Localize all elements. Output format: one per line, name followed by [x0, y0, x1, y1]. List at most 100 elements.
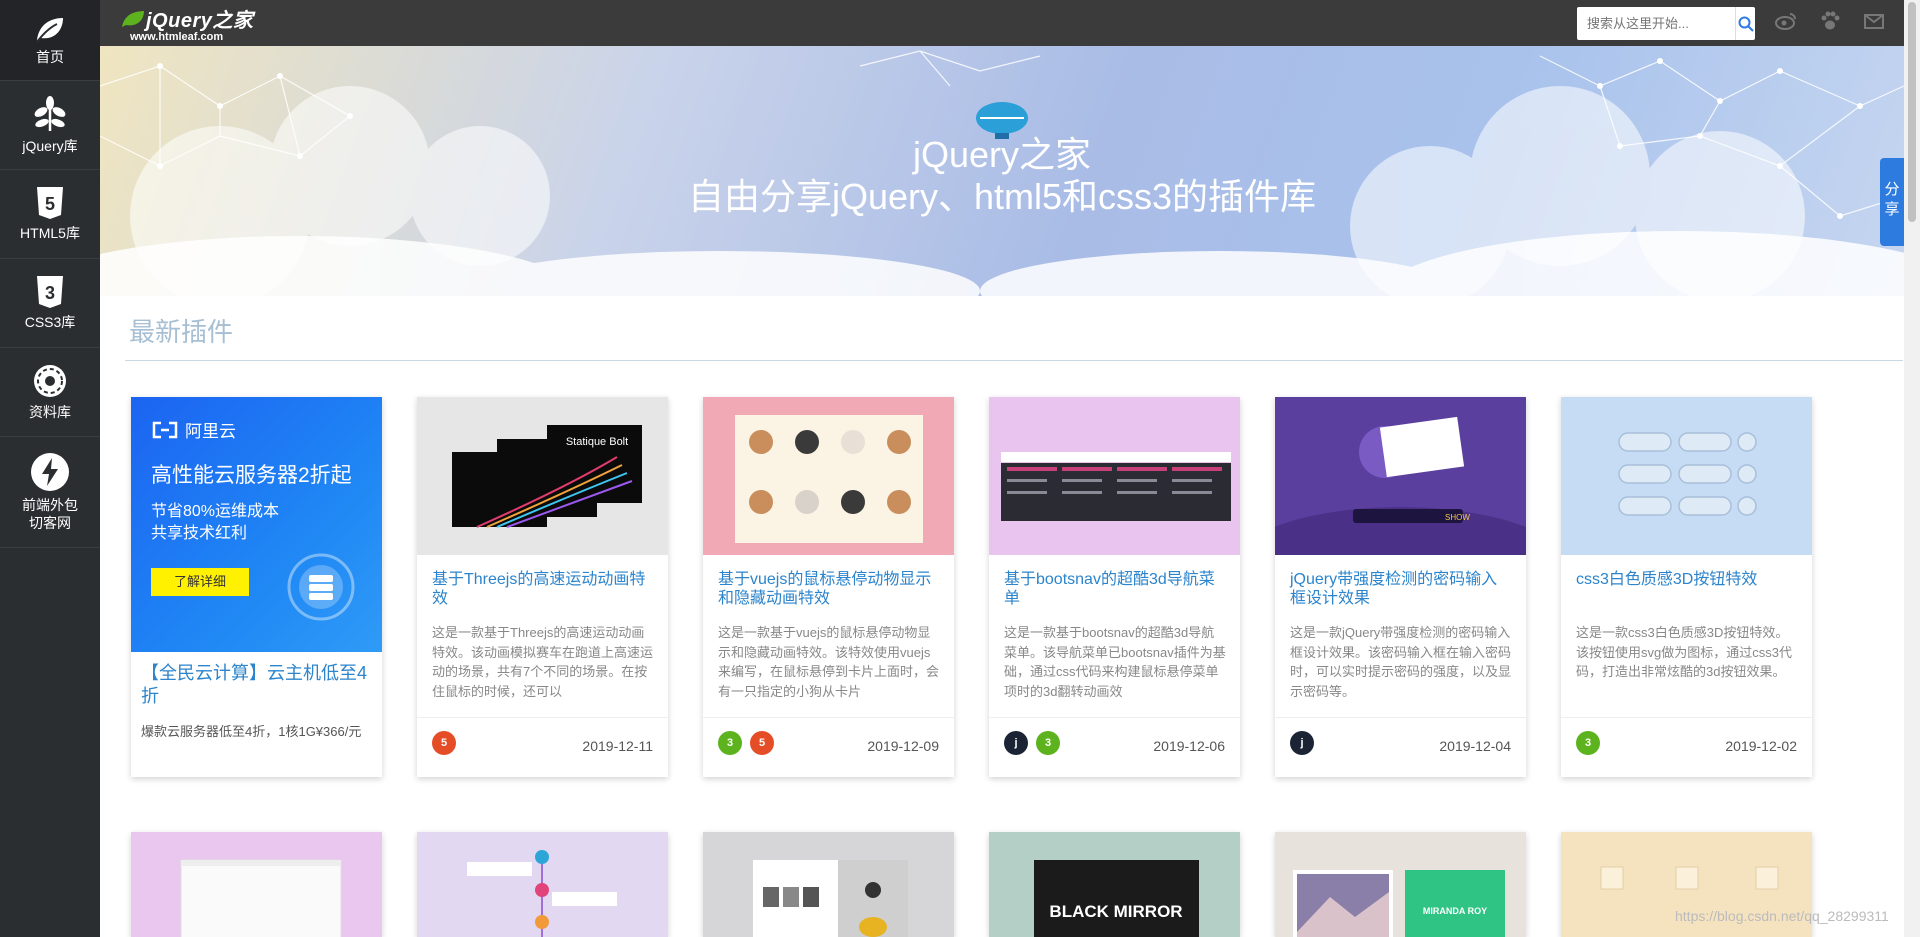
card-date: 2019-12-11	[582, 738, 653, 754]
card-thumbnail[interactable]: MIRANDA ROY	[1275, 832, 1526, 937]
card-thumbnail[interactable]: Statique Bolt	[417, 397, 668, 555]
thumbnail-image: BLACK MIRROR	[1034, 860, 1199, 937]
ad-line1: 节省80%运维成本	[151, 503, 280, 520]
site-logo[interactable]: jQuery之家 www.htmleaf.com	[120, 4, 253, 43]
card-footer: 3 5 2019-12-09	[703, 717, 954, 778]
sidebar-item-label: 资料库	[29, 404, 71, 420]
plant-icon	[34, 96, 66, 131]
card-thumbnail[interactable]	[417, 832, 668, 937]
card-thumbnail[interactable]: SHOW	[1275, 397, 1526, 555]
card-date: 2019-12-06	[1153, 738, 1225, 754]
card-title[interactable]: css3白色质感3D按钮特效	[1576, 570, 1798, 589]
css3-icon: 3	[37, 276, 63, 308]
jquery-icon[interactable]: j	[1290, 731, 1314, 755]
leaf-icon	[36, 18, 63, 43]
plugin-card[interactable]: Statique Bolt 基于Threejs的高速运动动画特效 这是一款基于T…	[417, 397, 668, 777]
thumbnail-caption: SHOW	[1445, 513, 1470, 522]
thumbnail-image	[1001, 452, 1231, 521]
weibo-icon[interactable]	[1775, 10, 1797, 32]
sidebar-item-css3[interactable]: 3 CSS3库	[0, 259, 100, 348]
sidebar-item-label: 首页	[36, 49, 64, 65]
card-footer: 3 2019-12-02	[1561, 717, 1812, 778]
plugin-card[interactable]: SHOW jQuery带强度检测的密码输入框设计效果 这是一款jQuery带强度…	[1275, 397, 1526, 777]
card-date: 2019-12-04	[1439, 738, 1511, 754]
aliyun-icon	[152, 421, 178, 438]
search-icon	[1738, 16, 1754, 32]
card-footer: j 2019-12-04	[1275, 717, 1526, 778]
card-description: 这是一款基于vuejs的鼠标悬停动物显示和隐藏动画特效。该特效使用vuejs来编…	[718, 625, 940, 699]
card-title[interactable]: 基于vuejs的鼠标悬停动物显示和隐藏动画特效	[718, 570, 940, 608]
search-box	[1577, 7, 1755, 40]
ad-title[interactable]: 【全民云计算】云主机低至4折	[141, 662, 371, 708]
card-date: 2019-12-09	[867, 738, 939, 754]
plugin-card[interactable]	[131, 832, 382, 937]
sidebar-item-outsourcing[interactable]: 前端外包 切客网	[0, 437, 100, 548]
thumbnail-image: MIRANDA ROY	[1293, 870, 1505, 937]
sidebar-item-resources[interactable]: 资料库	[0, 348, 100, 437]
thumbnail-caption: BLACK MIRROR	[1049, 902, 1182, 921]
ad-learn-more-button[interactable]: 了解详细	[151, 568, 249, 596]
jquery-icon[interactable]: j	[1004, 731, 1028, 755]
ad-brand-label: 阿里云	[185, 422, 236, 441]
ad-description: 爆款云服务器低至4折，1核1G¥366/元	[141, 724, 362, 739]
scrollbar[interactable]	[1904, 0, 1920, 937]
plugin-card[interactable]: css3白色质感3D按钮特效 这是一款css3白色质感3D按钮特效。该按钮使用s…	[1561, 397, 1812, 777]
card-thumbnail[interactable]	[703, 832, 954, 937]
logo-leaf-icon	[122, 10, 144, 27]
thumbnail-image	[180, 859, 342, 937]
ad-line2: 共享技术红利	[151, 525, 248, 542]
search-input[interactable]	[1577, 7, 1735, 40]
search-button[interactable]	[1735, 7, 1755, 40]
top-bar: jQuery之家 www.htmleaf.com	[100, 0, 1904, 46]
scrollbar-thumb[interactable]	[1908, 2, 1916, 222]
thumbnail-image: SHOW	[1275, 416, 1526, 555]
thumbnail-caption: MIRANDA ROY	[1423, 906, 1487, 916]
sidebar-item-home[interactable]: 首页	[0, 0, 100, 81]
thumbnail-image	[753, 860, 908, 937]
watermark: https://blog.csdn.net/qq_28299311	[1675, 908, 1889, 924]
thumbnail-image: Statique Bolt	[452, 425, 642, 528]
card-thumbnail[interactable]: BLACK MIRROR	[989, 832, 1240, 937]
hero-banner: jQuery之家 自由分享jQuery、html5和css3的插件库	[100, 46, 1904, 296]
card-title[interactable]: 基于Threejs的高速运动动画特效	[432, 570, 654, 608]
plugin-card[interactable]: MIRANDA ROY	[1275, 832, 1526, 937]
plugin-card[interactable]	[703, 832, 954, 937]
card-thumbnail[interactable]	[703, 397, 954, 555]
banner-subtitle: 自由分享jQuery、html5和css3的插件库	[687, 176, 1317, 217]
ad-card[interactable]: 阿里云 高性能云服务器2折起 节省80%运维成本 共享技术红利 了解详细 【全民…	[131, 397, 382, 777]
css3-icon[interactable]: 3	[1036, 731, 1060, 755]
html5-icon[interactable]: 5	[750, 731, 774, 755]
card-thumbnail[interactable]	[989, 397, 1240, 555]
plugin-card[interactable]: 基于bootsnav的超酷3d导航菜单 这是一款基于bootsnav的超酷3d导…	[989, 397, 1240, 777]
card-description: 这是一款jQuery带强度检测的密码输入框设计效果。该密码输入框在输入密码时，可…	[1290, 625, 1512, 699]
thumbnail-caption: Statique Bolt	[566, 436, 628, 448]
paw-icon[interactable]	[1819, 10, 1841, 32]
card-thumbnail[interactable]	[131, 832, 382, 937]
card-description: 这是一款基于bootsnav的超酷3d导航菜单。该导航菜单已bootsnav插件…	[1004, 625, 1226, 699]
card-footer: j 3 2019-12-06	[989, 717, 1240, 778]
sidebar-item-html5[interactable]: 5 HTML5库	[0, 170, 100, 259]
html5-icon: 5	[37, 187, 63, 219]
top-icons	[1775, 10, 1885, 32]
mail-icon[interactable]	[1863, 10, 1885, 32]
share-tab[interactable]: 分享	[1880, 158, 1904, 246]
card-title[interactable]: 基于bootsnav的超酷3d导航菜单	[1004, 570, 1226, 608]
server-icon	[287, 553, 355, 621]
card-footer: 5 2019-12-11	[417, 717, 668, 778]
plugin-card[interactable]: BLACK MIRROR	[989, 832, 1240, 937]
lightning-icon	[31, 453, 69, 491]
thumbnail-image	[467, 850, 617, 937]
ad-headline: 高性能云服务器2折起	[151, 464, 352, 487]
css3-icon[interactable]: 3	[718, 731, 742, 755]
section-title: 最新插件	[129, 317, 234, 347]
sidebar-item-jquery[interactable]: jQuery库	[0, 81, 100, 170]
card-thumbnail[interactable]	[1561, 397, 1812, 555]
card-title[interactable]: jQuery带强度检测的密码输入框设计效果	[1290, 570, 1512, 608]
ad-banner[interactable]: 阿里云 高性能云服务器2折起 节省80%运维成本 共享技术红利 了解详细	[131, 397, 382, 652]
html5-icon[interactable]: 5	[432, 731, 456, 755]
thumbnail-image	[735, 415, 923, 543]
plugin-card[interactable]	[417, 832, 668, 937]
plugin-card[interactable]: 基于vuejs的鼠标悬停动物显示和隐藏动画特效 这是一款基于vuejs的鼠标悬停…	[703, 397, 954, 777]
sidebar-item-label: CSS3库	[24, 314, 76, 330]
css3-icon[interactable]: 3	[1576, 731, 1600, 755]
